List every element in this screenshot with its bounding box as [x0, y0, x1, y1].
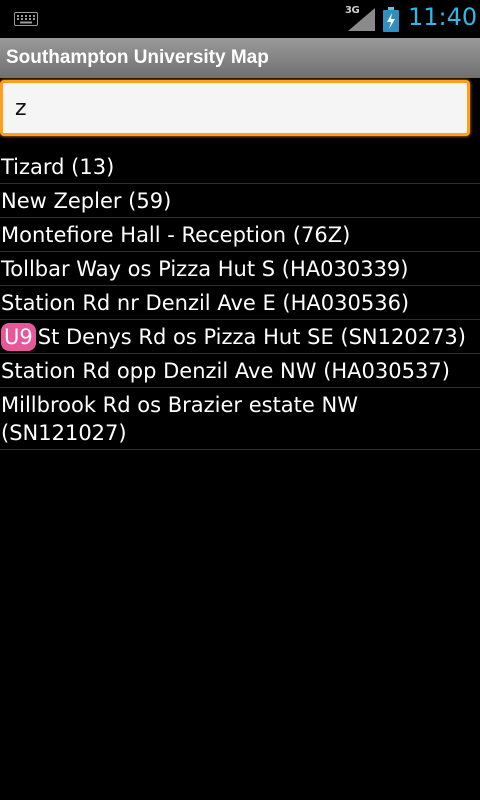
list-item[interactable]: Tizard (13) [0, 150, 480, 184]
list-item-label: New Zepler (59) [1, 189, 172, 213]
list-item-label: Tollbar Way os Pizza Hut S (HA030339) [1, 257, 409, 281]
list-item-label: Millbrook Rd os Brazier estate NW (SN121… [1, 393, 358, 445]
search-container [0, 78, 480, 144]
list-item[interactable]: U9 St Denys Rd os Pizza Hut SE (SN120273) [0, 320, 480, 354]
list-item[interactable]: Millbrook Rd os Brazier estate NW (SN121… [0, 388, 480, 450]
clock: 11:40 [408, 3, 478, 31]
list-item[interactable]: New Zepler (59) [0, 184, 480, 218]
list-item-label: St Denys Rd os Pizza Hut SE (SN120273) [37, 325, 466, 349]
battery-charging-icon [383, 7, 399, 32]
network-type-label: 3G [345, 5, 360, 16]
list-item[interactable]: Station Rd nr Denzil Ave E (HA030536) [0, 286, 480, 320]
app-title: Southampton University Map [6, 47, 269, 68]
app-title-bar: Southampton University Map [0, 38, 480, 78]
list-item-label: Tizard (13) [1, 155, 115, 179]
list-item-label: Montefiore Hall - Reception (76Z) [1, 223, 351, 247]
list-item[interactable]: Station Rd opp Denzil Ave NW (HA030537) [0, 354, 480, 388]
list-item-label: Station Rd opp Denzil Ave NW (HA030537) [1, 359, 450, 383]
search-input[interactable] [0, 80, 470, 136]
status-bar: 3G 11:40 [0, 0, 480, 38]
route-badge: U9 [1, 323, 36, 351]
keyboard-icon [14, 12, 38, 26]
list-item[interactable]: Montefiore Hall - Reception (76Z) [0, 218, 480, 252]
results-list: Tizard (13) New Zepler (59) Montefiore Hal… [0, 150, 480, 450]
list-item[interactable]: Tollbar Way os Pizza Hut S (HA030339) [0, 252, 480, 286]
list-item-label: Station Rd nr Denzil Ave E (HA030536) [1, 291, 410, 315]
